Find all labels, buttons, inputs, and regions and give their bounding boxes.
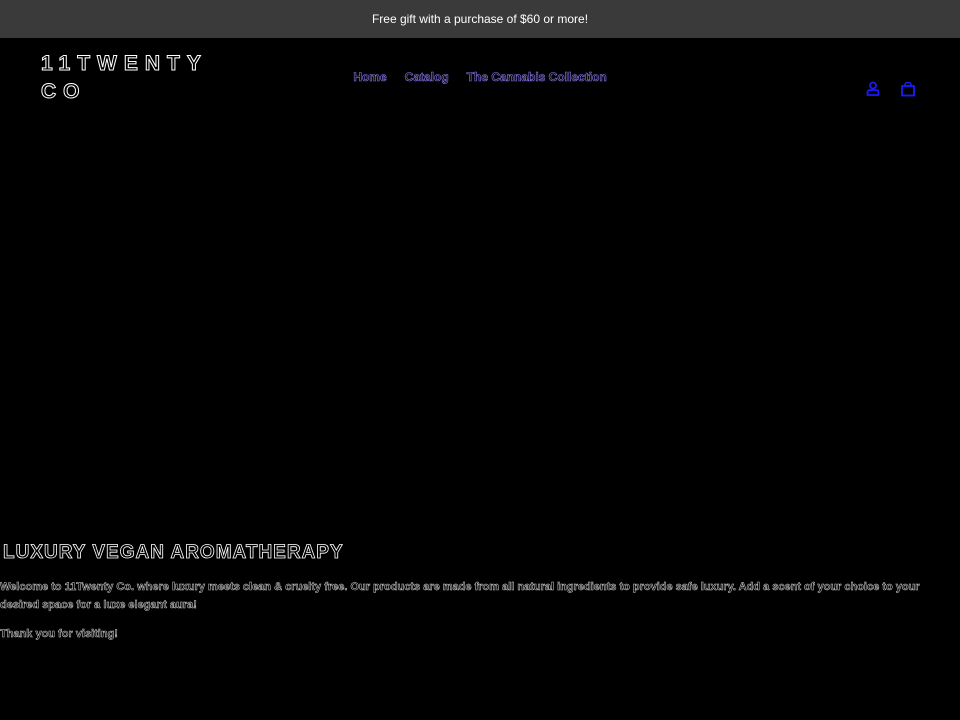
main-nav: Home Catalog The Cannabis Collection [0,70,960,85]
header-icons [864,80,916,97]
bag-icon [900,81,915,96]
announcement-bar: Free gift with a purchase of $60 or more… [0,0,960,38]
hero-title: LUXURY VEGAN AROMATHERAPY [3,542,344,564]
nav-item-home[interactable]: Home [353,70,387,85]
hero-thanks-text: Thank you for visiting! [0,628,118,641]
user-icon [866,81,879,96]
cart-button[interactable] [899,80,916,97]
site-header: 11TWENTY CO Home Catalog The Cannabis Co… [0,38,960,118]
hero-description: Welcome to 11Twenty Co. where luxury mee… [0,581,920,612]
hero-section: LUXURY VEGAN AROMATHERAPY Welcome to 11T… [0,118,960,720]
announcement-text: Free gift with a purchase of $60 or more… [371,12,589,26]
nav-item-catalog[interactable]: Catalog [404,70,449,85]
nav-item-cannabis-collection[interactable]: The Cannabis Collection [466,70,607,85]
account-button[interactable] [864,80,881,97]
